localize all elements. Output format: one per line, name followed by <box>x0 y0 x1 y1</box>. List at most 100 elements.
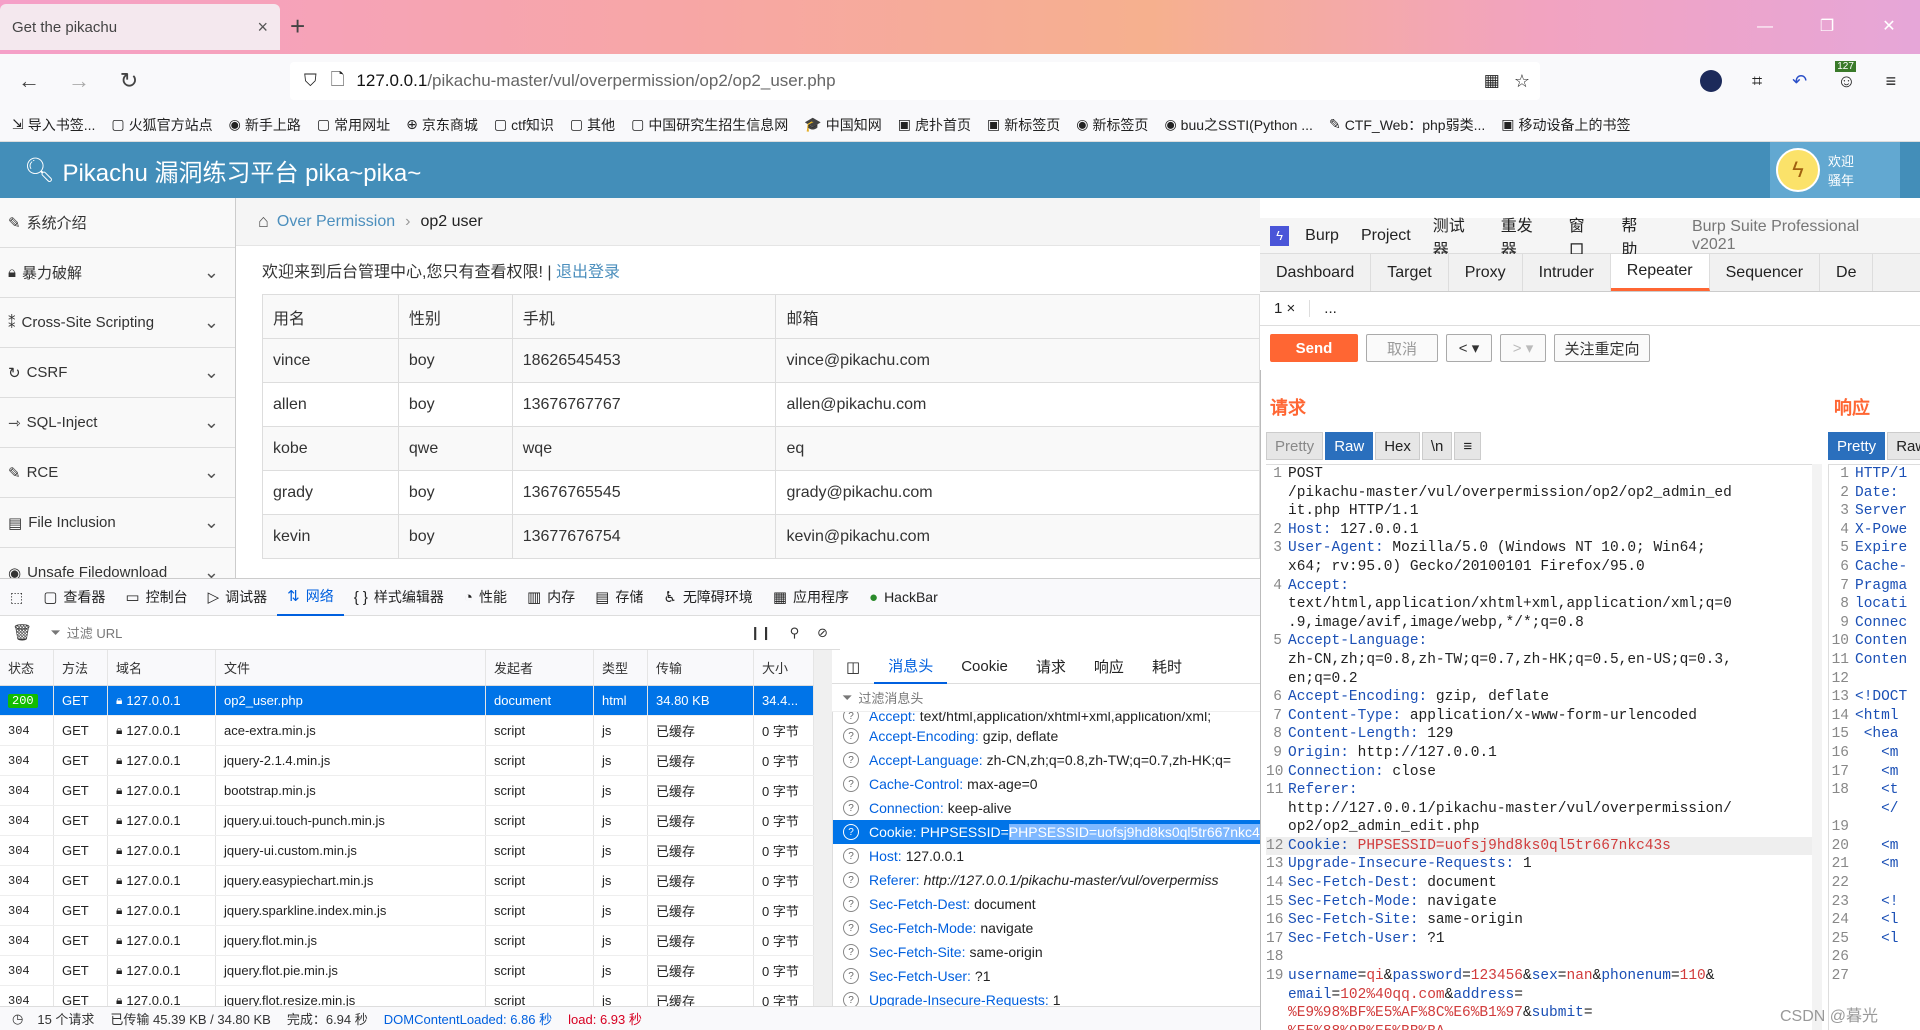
resp-pretty-button[interactable]: Pretty <box>1828 432 1886 460</box>
minimize-icon[interactable]: — <box>1734 0 1796 54</box>
help-icon[interactable]: ? <box>843 776 859 792</box>
breadcrumb-link[interactable]: Over Permission <box>277 213 395 231</box>
bookmark-item[interactable]: ▣ 虎扑首页 <box>898 115 971 135</box>
help-icon[interactable]: ? <box>843 752 859 768</box>
bookmark-star-icon[interactable]: ☆ <box>1514 71 1530 92</box>
new-tab-icon[interactable]: + <box>290 10 305 42</box>
bookmark-item[interactable]: ⇲ 导入书签... <box>12 115 95 135</box>
header-row[interactable]: ? Sec-Fetch-Dest: document <box>833 892 1260 916</box>
help-icon[interactable]: ? <box>843 896 859 912</box>
bookmark-item[interactable]: ▣ 移动设备上的书签 <box>1501 115 1630 135</box>
network-row[interactable]: 304 GET 🔒︎ 127.0.0.1 jquery.flot.min.js scrip… <box>0 926 814 956</box>
bookmark-item[interactable]: ◉ buu之SSTI(Python ... <box>1164 115 1313 135</box>
bookmark-item[interactable]: ▢ 中国研究生招生信息网 <box>631 115 788 135</box>
url-filter[interactable]: 🗑︎ ⏷ 过滤 URL ❙❙ ⚲ ⊘ <box>0 616 840 650</box>
burp-tab[interactable]: Repeater <box>1610 254 1710 291</box>
req-raw-button[interactable]: Raw <box>1325 432 1374 460</box>
block-icon[interactable]: ⊘ <box>817 625 828 641</box>
req-newline-button[interactable]: \n <box>1421 432 1453 460</box>
toggle-panel-icon[interactable]: ◫ <box>832 650 874 684</box>
network-column-header[interactable]: 状态 <box>0 650 54 685</box>
header-row[interactable]: ? Sec-Fetch-User: ?1 <box>833 964 1260 988</box>
browser-tab[interactable]: Get the pikachu × <box>0 4 280 50</box>
header-row[interactable]: ? Upgrade-Insecure-Requests: 1 <box>833 988 1260 1006</box>
req-hex-button[interactable]: Hex <box>1375 432 1420 460</box>
sidebar-item[interactable]: ▤ File Inclusion ⌄ <box>0 498 235 548</box>
header-row[interactable]: ? Cookie: PHPSESSID= PHPSESSID=uofsj9hd8ks0… <box>833 820 1260 844</box>
detail-tab[interactable]: 响应 <box>1080 650 1138 684</box>
help-icon[interactable]: ? <box>843 800 859 816</box>
back-icon[interactable]: ← <box>8 60 50 102</box>
header-row[interactable]: ? Sec-Fetch-Site: same-origin <box>833 940 1260 964</box>
send-button[interactable]: Send <box>1270 334 1358 362</box>
qr-code-icon[interactable]: ▦ <box>1484 71 1500 91</box>
burp-tab[interactable]: Dashboard <box>1260 254 1372 291</box>
sidebar-item[interactable]: ↻ CSRF ⌄ <box>0 348 235 398</box>
logout-link[interactable]: 退出登录 <box>556 264 620 281</box>
bookmark-item[interactable]: ◉ 新手上路 <box>229 115 301 135</box>
resp-raw-button[interactable]: Raw <box>1887 432 1920 460</box>
network-scrollbar[interactable] <box>814 650 832 1020</box>
network-row[interactable]: 304 GET 🔒︎ 127.0.0.1 jquery.easypiechart.min… <box>0 866 814 896</box>
burp-menu-item[interactable]: Project <box>1361 227 1411 245</box>
bookmark-item[interactable]: ◉ 新标签页 <box>1076 115 1148 135</box>
header-row[interactable]: ? Connection: keep-alive <box>833 796 1260 820</box>
help-icon[interactable]: ? <box>843 992 859 1006</box>
network-column-header[interactable]: 传输 <box>648 650 754 685</box>
shield-icon[interactable]: ⛉ <box>304 71 317 91</box>
burp-tab[interactable]: Target <box>1371 254 1449 291</box>
close-tab-icon[interactable]: × <box>257 17 268 38</box>
network-row[interactable]: 304 GET 🔒︎ 127.0.0.1 jquery.sparkline.index.… <box>0 896 814 926</box>
burp-menu-item[interactable]: 测试器 <box>1433 212 1479 260</box>
burp-tab[interactable]: Intruder <box>1523 254 1611 291</box>
reload-icon[interactable]: ↻ <box>108 60 150 102</box>
detail-tab[interactable]: Cookie <box>947 650 1022 684</box>
sidebar-item[interactable]: 🔒︎ 暴力破解 ⌄ <box>0 248 235 298</box>
burp-tab[interactable]: Proxy <box>1449 254 1523 291</box>
header-filter[interactable]: ⏷ 过滤消息头 <box>832 684 1260 712</box>
account-icon[interactable] <box>1700 70 1722 92</box>
menu-icon[interactable]: ≡ <box>1886 71 1897 92</box>
network-row[interactable]: 304 GET 🔒︎ 127.0.0.1 jquery-2.1.4.min.js scri… <box>0 746 814 776</box>
pause-icon[interactable]: ❙❙ <box>750 625 772 641</box>
help-icon[interactable]: ? <box>843 848 859 864</box>
header-row[interactable]: ? Host: 127.0.0.1 <box>833 844 1260 868</box>
burp-menu-item[interactable]: Burp <box>1305 227 1339 245</box>
history-back-button[interactable]: < ▾ <box>1446 334 1492 362</box>
help-icon[interactable]: ? <box>843 824 859 840</box>
req-pretty-button[interactable]: Pretty <box>1266 432 1324 460</box>
network-column-header[interactable]: 方法 <box>54 650 108 685</box>
network-row[interactable]: 304 GET 🔒︎ 127.0.0.1 ace-extra.min.js script j… <box>0 716 814 746</box>
burp-menu-item[interactable]: 帮助 <box>1621 212 1652 260</box>
filter-headers-input[interactable]: 过滤消息头 <box>858 688 923 707</box>
repeater-tab-1[interactable]: 1 × <box>1260 300 1311 317</box>
welcome-user[interactable]: ϟ 欢迎 骚年 <box>1770 142 1900 198</box>
sidebar-item[interactable]: ⁑ Cross-Site Scripting ⌄ <box>0 298 235 348</box>
devtools-tab[interactable]: ▤ 存储 <box>585 578 653 616</box>
devtools-tab[interactable]: ⇅ 网络 <box>277 578 344 616</box>
detail-tab[interactable]: 请求 <box>1022 650 1080 684</box>
response-editor[interactable]: 1 HTTP/1 2 Date: 3 Server 4 X-Powe 5 Expire 6 Cache… <box>1828 464 1920 1030</box>
request-editor[interactable]: 1 POST/pikachu-master/vul/overpermission/… <box>1266 464 1812 1030</box>
header-row[interactable]: ? Accept-Language: zh-CN,zh;q=0.8,zh-TW;q=… <box>833 748 1260 772</box>
bookmark-item[interactable]: ▣ 新标签页 <box>987 115 1060 135</box>
header-row[interactable]: ? Accept-Encoding: gzip, deflate <box>833 724 1260 748</box>
burp-tab[interactable]: Sequencer <box>1710 254 1821 291</box>
bookmark-item[interactable]: ▢ 常用网址 <box>317 115 390 135</box>
burp-tab[interactable]: De <box>1820 254 1874 291</box>
devtools-tab[interactable]: ▢ 查看器 <box>33 578 115 616</box>
search-network-icon[interactable]: ⚲ <box>790 625 800 641</box>
network-row[interactable]: 304 GET 🔒︎ 127.0.0.1 jquery.ui.touch-punch.m… <box>0 806 814 836</box>
bookmark-item[interactable]: ▢ 其他 <box>570 115 615 135</box>
detail-tab[interactable]: 耗时 <box>1138 650 1196 684</box>
repeater-tab-more[interactable]: ... <box>1310 300 1351 317</box>
network-column-header[interactable]: 文件 <box>216 650 486 685</box>
header-row[interactable]: ? Sec-Fetch-Mode: navigate <box>833 916 1260 940</box>
header-row[interactable]: ? Referer: http://127.0.0.1/pikachu-master… <box>833 868 1260 892</box>
req-menu-icon[interactable]: ≡ <box>1454 432 1482 460</box>
network-column-header[interactable]: 发起者 <box>486 650 594 685</box>
burp-menu-item[interactable]: 重发器 <box>1501 212 1547 260</box>
help-icon[interactable]: ? <box>843 872 859 888</box>
detail-tab[interactable]: 消息头 <box>874 650 948 684</box>
network-row[interactable]: 304 GET 🔒︎ 127.0.0.1 jquery-ui.custom.min.js… <box>0 836 814 866</box>
